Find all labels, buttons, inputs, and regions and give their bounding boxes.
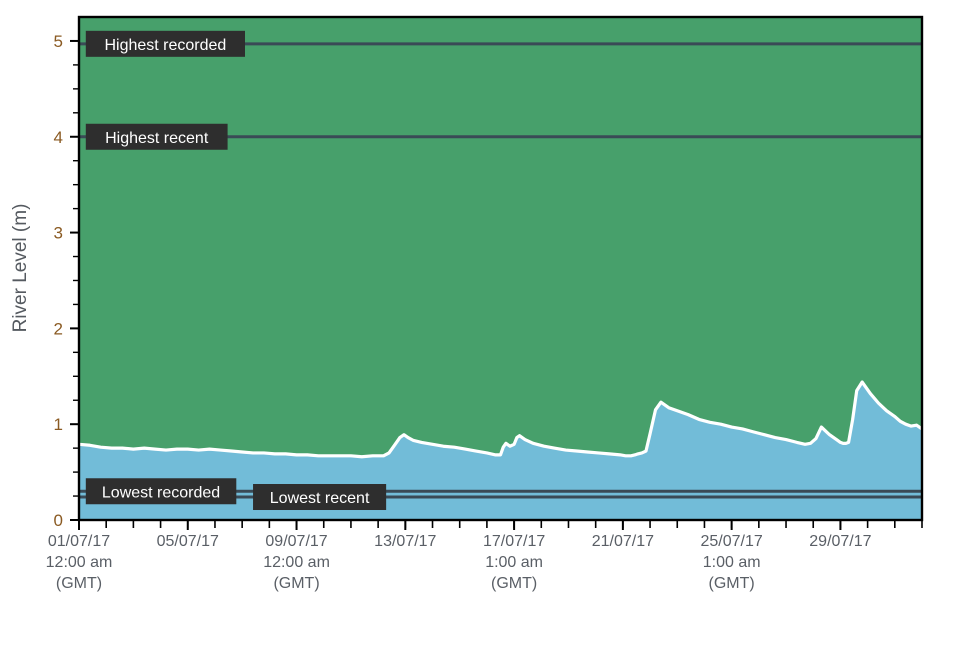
highest-recorded-label: Highest recorded [85, 30, 245, 57]
x-tick-label: 1:00 am [485, 554, 543, 571]
chart-canvas: 0 1 2 3 4 5 01/07/17 12:00 am (GMT) 05/07/17 09/0… [10, 15, 924, 592]
x-tick-label: (GMT) [491, 575, 537, 592]
x-tick-label: 25/07/17 [701, 533, 763, 550]
x-tick-label: (GMT) [273, 575, 319, 592]
x-tick-label: 01/07/17 [48, 533, 110, 550]
y-axis-title: River Level (m) [10, 204, 31, 333]
x-tick-label: 09/07/17 [265, 533, 327, 550]
y-tick-label: 5 [54, 32, 63, 51]
y-tick-label: 4 [54, 128, 63, 147]
x-tick-label: 17/07/17 [483, 533, 545, 550]
lowest-recent-label-text: Lowest recent [270, 490, 370, 507]
y-tick-label: 3 [54, 224, 63, 243]
river-level-chart: 0 1 2 3 4 5 01/07/17 12:00 am (GMT) 05/07/17 09/0… [0, 0, 960, 660]
x-tick-label: 1:00 am [703, 554, 761, 571]
y-axis: 0 1 2 3 4 5 [54, 32, 79, 530]
highest-recorded-label-text: Highest recorded [104, 37, 226, 54]
y-tick-label: 0 [54, 511, 63, 530]
x-axis: 01/07/17 12:00 am (GMT) 05/07/17 09/07/17 12:… [46, 520, 923, 592]
x-tick-label: 29/07/17 [809, 533, 871, 550]
x-tick-label: 05/07/17 [157, 533, 219, 550]
highest-recent-label: Highest recent [85, 123, 228, 150]
x-tick-label: (GMT) [56, 575, 102, 592]
lowest-recorded-label-text: Lowest recorded [102, 484, 220, 501]
x-tick-label: 13/07/17 [374, 533, 436, 550]
river-level-series [79, 17, 922, 520]
series-fill-above [79, 17, 922, 457]
x-tick-label: 12:00 am [46, 554, 113, 571]
highest-recent-label-text: Highest recent [105, 130, 209, 147]
y-tick-label: 2 [54, 319, 63, 338]
x-tick-label: 12:00 am [263, 554, 330, 571]
y-tick-label: 1 [54, 415, 63, 434]
x-tick-label: 21/07/17 [592, 533, 654, 550]
lowest-recorded-label: Lowest recorded [85, 478, 237, 505]
x-tick-label: (GMT) [709, 575, 755, 592]
lowest-recent-label: Lowest recent [253, 484, 387, 511]
